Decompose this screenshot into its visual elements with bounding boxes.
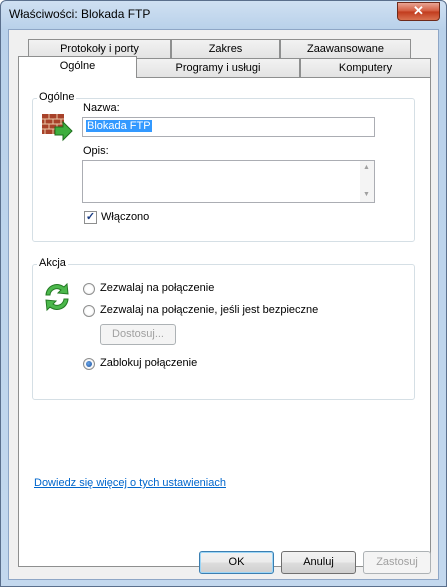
action-group-title: Akcja [37,257,68,269]
tab-programs-and-services[interactable]: Programy i usługi [136,58,300,77]
allow-connection-label: Zezwalaj na połączenie [100,282,215,294]
general-group: Ogólne Nazwa: Blokada FTP Opis: ▲ ▼ ✓ Wł… [32,91,415,242]
tab-panel-general: Ogólne Nazwa: Blokada FTP Opis: ▲ ▼ ✓ Wł… [18,77,431,567]
scroll-down-icon[interactable]: ▼ [363,191,370,198]
name-input-value: Blokada FTP [86,120,152,132]
cancel-button[interactable]: Anuluj [281,551,356,574]
scroll-up-icon[interactable]: ▲ [363,164,370,171]
description-label: Opis: [83,145,109,157]
allow-connection-radio[interactable] [83,283,95,295]
tab-scope[interactable]: Zakres [171,39,280,58]
ok-button[interactable]: OK [199,551,274,574]
block-connection-label: Zablokuj połączenie [100,357,198,369]
title-bar[interactable]: Właściwości: Blokada FTP ✕ [1,1,446,29]
apply-button[interactable]: Zastosuj [363,551,431,574]
enabled-checkbox[interactable]: ✓ [84,211,97,224]
enabled-label: Włączono [101,211,150,223]
customize-button[interactable]: Dostosuj... [100,324,176,345]
tab-advanced[interactable]: Zaawansowane [280,39,411,58]
allow-if-secure-radio[interactable] [83,305,95,317]
action-arrows-icon [41,281,73,313]
firewall-rule-icon [41,111,73,143]
name-input[interactable]: Blokada FTP [82,117,375,137]
tab-general[interactable]: Ogólne [18,56,137,78]
dialog-client-area: Protokoły i porty Zakres Zaawansowane Og… [8,29,439,580]
name-label-text: Nazwa: [83,102,120,114]
tab-computers[interactable]: Komputery [300,58,431,77]
allow-if-secure-label: Zezwalaj na połączenie, jeśli jest bezpi… [100,304,319,316]
learn-more-link[interactable]: Dowiedz się więcej o tych ustawieniach [34,477,226,489]
block-connection-radio[interactable] [83,358,95,370]
general-group-title: Ogólne [37,91,77,103]
description-scrollbar[interactable]: ▲ ▼ [360,161,374,202]
close-button[interactable]: ✕ [397,2,440,21]
window-title: Właściwości: Blokada FTP [9,7,151,21]
radio-selected-dot [86,361,92,367]
name-label: Nazwa: [83,102,120,114]
description-textarea[interactable]: ▲ ▼ [82,160,375,203]
action-group: Akcja Zezwalaj na połączenie Zezwalaj na… [32,257,415,400]
properties-dialog: Właściwości: Blokada FTP ✕ Protokoły i p… [0,0,447,587]
